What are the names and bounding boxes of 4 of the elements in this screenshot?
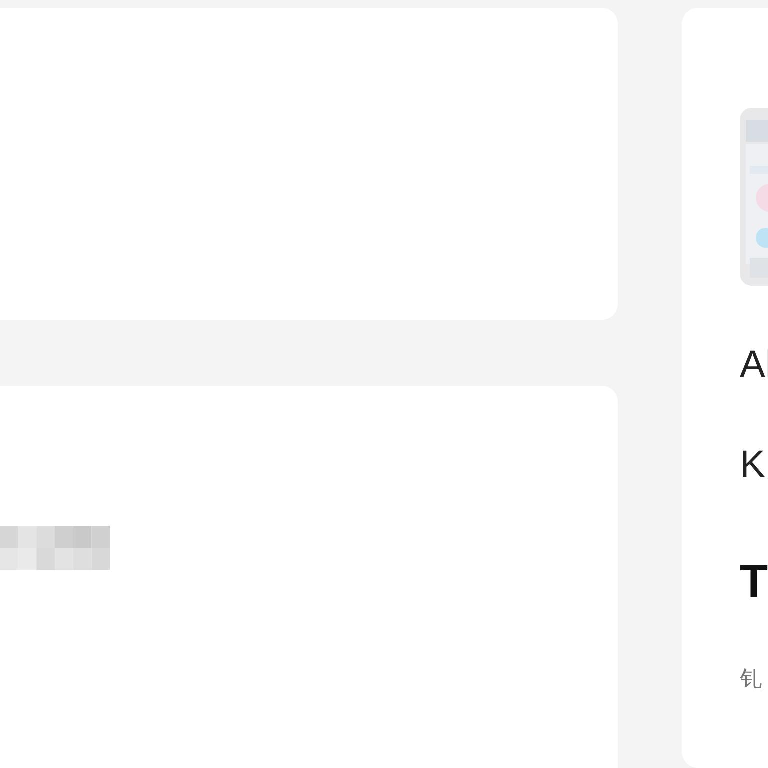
note-text: 钆 bbox=[740, 668, 762, 692]
heading-text: T bbox=[740, 558, 768, 606]
title-text: Al bbox=[740, 346, 768, 386]
title-text: K bbox=[740, 446, 766, 486]
